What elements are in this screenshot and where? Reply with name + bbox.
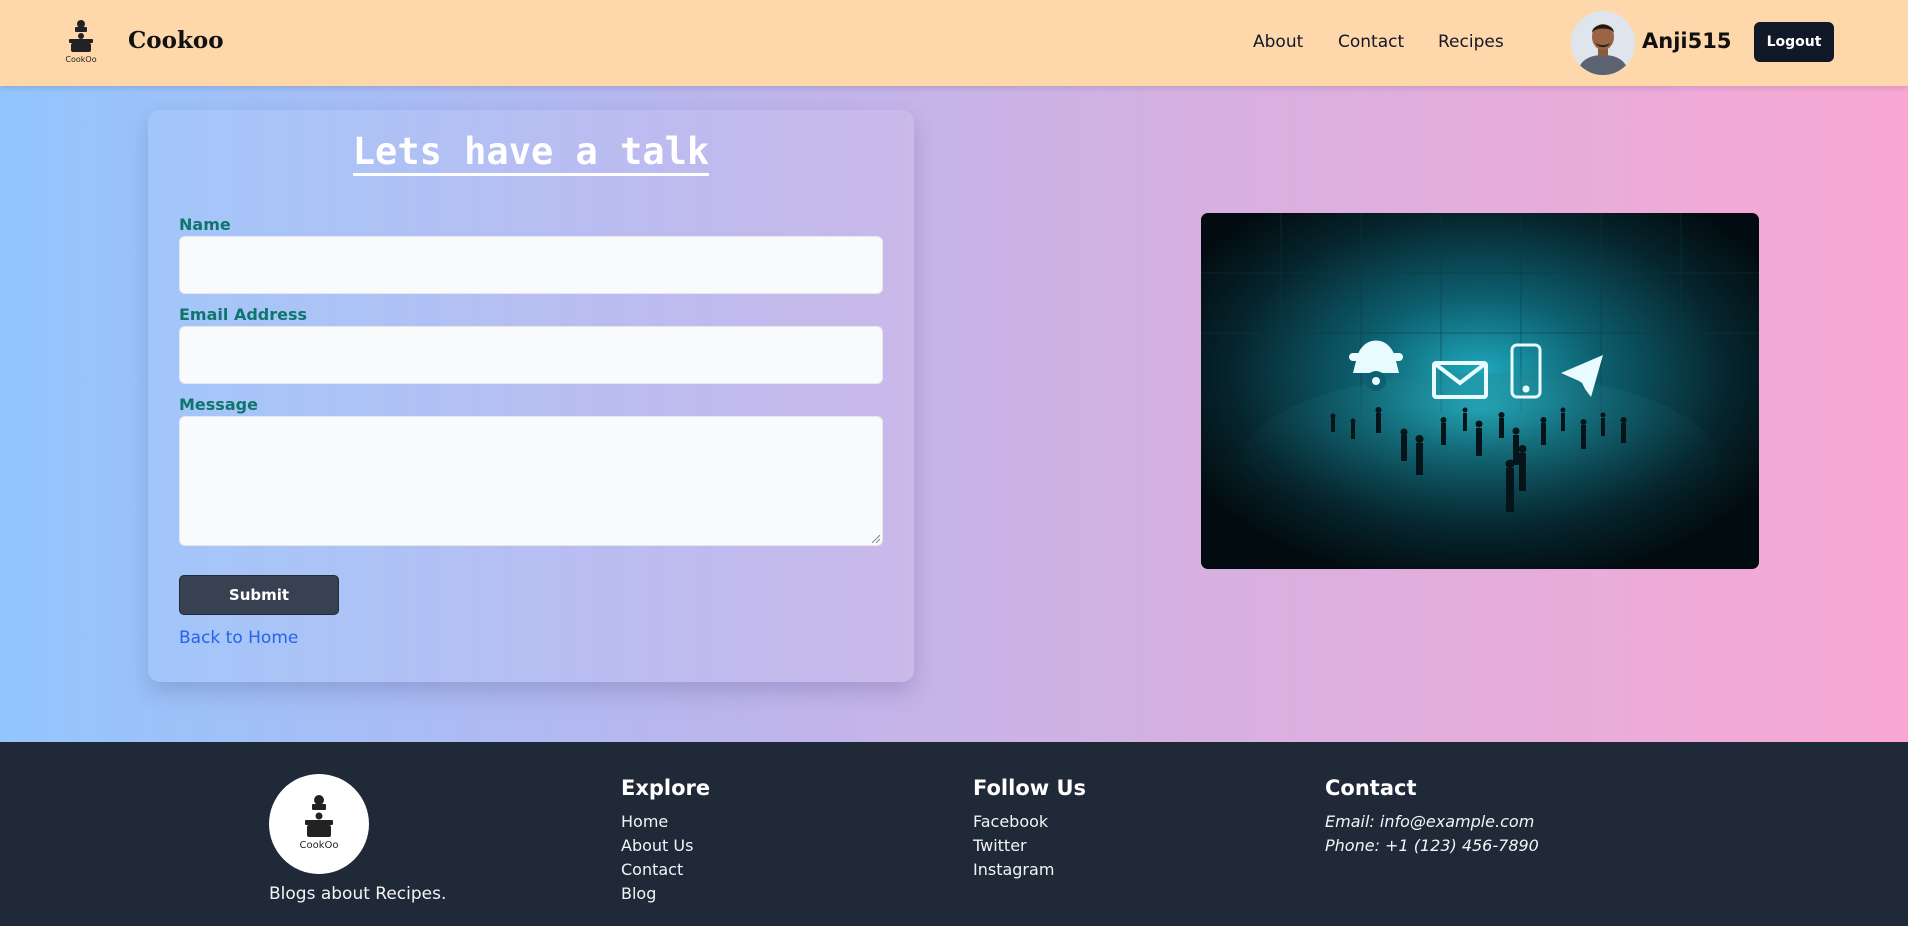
logout-button[interactable]: Logout — [1754, 22, 1834, 62]
explore-heading: Explore — [621, 776, 711, 800]
name-label: Name — [179, 215, 231, 234]
follow-heading: Follow Us — [973, 776, 1087, 800]
email-label: Email Address — [179, 305, 308, 324]
page-title-text: Lets have a talk — [352, 130, 710, 176]
contact-heading: Contact — [1325, 776, 1417, 800]
nav-recipes[interactable]: Recipes — [1438, 32, 1504, 52]
message-field[interactable] — [179, 416, 883, 546]
footer: CookOo Blogs about Recipes. Explore Home… — [0, 742, 1908, 926]
footer-logo-icon[interactable]: CookOo — [269, 774, 369, 874]
nav-contact[interactable]: Contact — [1338, 32, 1404, 52]
footer-phone: Phone: +1 (123) 456-7890 — [1325, 836, 1539, 855]
main-content: Lets have a talk Name Email Address Mess… — [0, 86, 1908, 742]
back-to-home-link[interactable]: Back to Home — [179, 628, 298, 648]
avatar[interactable] — [1571, 11, 1635, 75]
username: Anji515 — [1642, 29, 1732, 53]
footer-link-about-us[interactable]: About Us — [621, 834, 710, 858]
page-title: Lets have a talk — [148, 130, 914, 176]
footer-link-twitter[interactable]: Twitter — [973, 834, 1086, 858]
footer-email: Email: info@example.com — [1325, 812, 1535, 831]
contact-form-card: Lets have a talk Name Email Address Mess… — [148, 110, 914, 682]
submit-button[interactable]: Submit — [179, 575, 339, 615]
footer-explore: Explore Home About Us Contact Blog — [621, 776, 710, 906]
top-navbar: CookOo Cookoo About Contact Recipes Anji… — [0, 0, 1908, 86]
footer-link-home[interactable]: Home — [621, 810, 710, 834]
nav-about[interactable]: About — [1253, 32, 1303, 52]
footer-contact: Contact Email: info@example.com Phone: +… — [1325, 776, 1539, 858]
contact-illustration — [1201, 213, 1759, 569]
message-label: Message — [179, 395, 258, 414]
cookoo-logo-icon[interactable]: CookOo — [60, 18, 102, 64]
resize-grip-icon[interactable] — [870, 533, 880, 543]
footer-tagline: Blogs about Recipes. — [269, 884, 447, 904]
email-field[interactable] — [179, 326, 883, 384]
name-field[interactable] — [179, 236, 883, 294]
footer-link-instagram[interactable]: Instagram — [973, 858, 1086, 882]
footer-link-blog[interactable]: Blog — [621, 882, 710, 906]
footer-follow: Follow Us Facebook Twitter Instagram — [973, 776, 1086, 882]
footer-link-facebook[interactable]: Facebook — [973, 810, 1086, 834]
svg-text:CookOo: CookOo — [300, 840, 339, 851]
brand-name[interactable]: Cookoo — [128, 27, 224, 54]
footer-link-contact[interactable]: Contact — [621, 858, 710, 882]
svg-text:CookOo: CookOo — [65, 55, 96, 64]
